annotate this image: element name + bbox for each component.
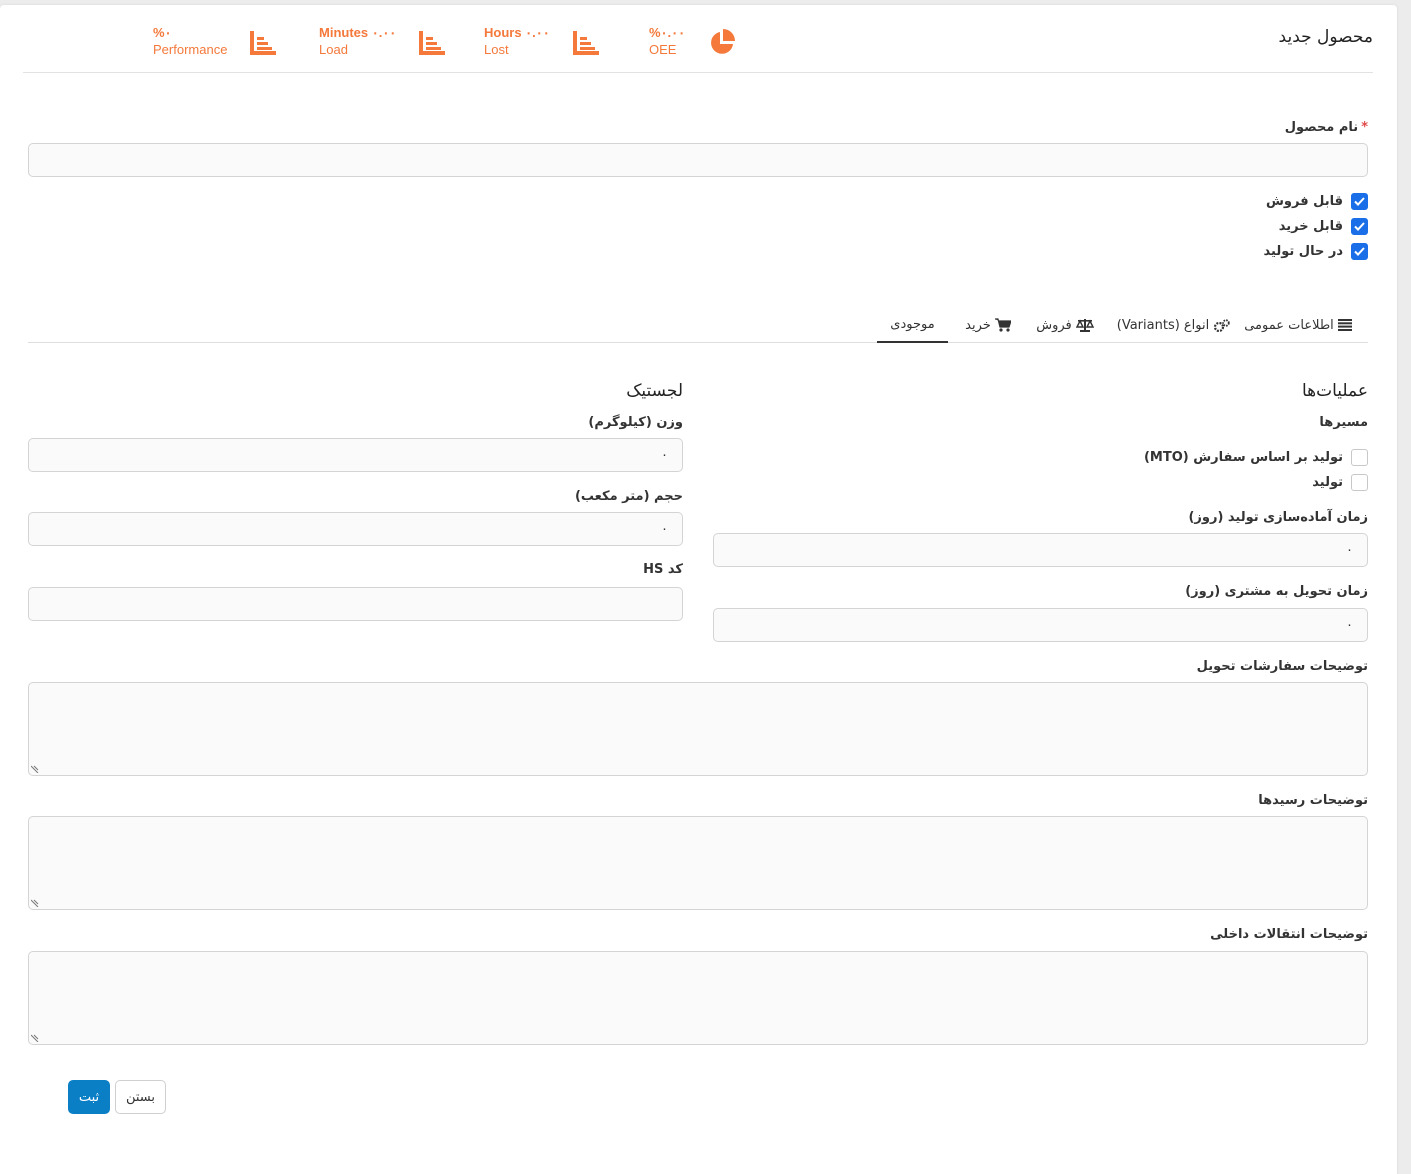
kpi-value: %۰.۰۰ — [649, 25, 686, 40]
cart-icon — [994, 318, 1011, 332]
hs-code-input[interactable] — [28, 587, 683, 621]
customer-lead-input[interactable] — [713, 608, 1368, 642]
checkmark-icon — [1354, 196, 1365, 206]
manufacturing-lead-label: زمان آماده‌سازی تولید (روز) — [1188, 510, 1368, 525]
kpi-value: Hours ۰.۰۰ — [484, 25, 550, 40]
tab-general-info[interactable]: اطلاعات عمومی — [1238, 307, 1358, 343]
volume-input[interactable] — [28, 512, 683, 546]
page-title: محصول جدید — [1278, 27, 1373, 47]
in-production-checkbox[interactable] — [1351, 242, 1368, 260]
kpi-value: Minutes ۰.۰۰ — [319, 25, 397, 40]
kpi-label: OEE — [649, 42, 677, 57]
kpi-label: Load — [319, 42, 348, 57]
can-be-sold-checkbox-row[interactable]: قابل فروش — [1266, 192, 1368, 210]
route-mto-checkbox[interactable] — [1351, 448, 1368, 466]
route-mto-label: تولید بر اساس سفارش (MTO) — [1143, 449, 1343, 465]
manufacturing-lead-input[interactable] — [713, 533, 1368, 567]
route-manufacture-row[interactable]: تولید — [1312, 473, 1368, 491]
product-form-card: محصول جدید %۰ Performance Minutes ۰.۰۰ L… — [0, 5, 1397, 1174]
can-be-sold-checkbox[interactable] — [1351, 192, 1368, 210]
delivery-description-textarea[interactable] — [28, 682, 1368, 776]
tab-inventory[interactable]: موجودی — [877, 307, 948, 343]
resize-grip-icon[interactable] — [31, 1034, 39, 1042]
volume-label: حجم (متر مکعب) — [574, 489, 683, 504]
can-be-purchased-checkbox[interactable] — [1351, 217, 1368, 235]
weight-input[interactable] — [28, 438, 683, 472]
route-mto-row[interactable]: تولید بر اساس سفارش (MTO) — [1144, 448, 1368, 466]
can-be-purchased-checkbox-row[interactable]: قابل خرید — [1279, 217, 1368, 235]
in-production-label: در حال تولید — [1263, 243, 1343, 259]
route-manufacture-checkbox[interactable] — [1351, 473, 1368, 491]
product-name-input[interactable] — [28, 143, 1368, 177]
route-manufacture-label: تولید — [1312, 474, 1343, 490]
customer-lead-label: زمان تحویل به مشتری (روز) — [1185, 584, 1368, 599]
delivery-description-label: توضیحات سفارشات تحویل — [1196, 659, 1368, 674]
scale-icon — [1075, 319, 1094, 332]
gears-icon — [1214, 318, 1230, 332]
in-production-checkbox-row[interactable]: در حال تولید — [1264, 242, 1368, 260]
product-tabs: اطلاعات عمومی انواع (Variants) فروش خرید… — [28, 305, 1368, 343]
kpi-value: %۰ — [153, 25, 172, 40]
tab-purchase[interactable]: خرید — [958, 307, 1018, 343]
can-be-purchased-label: قابل خرید — [1278, 218, 1343, 234]
receipts-description-textarea[interactable] — [28, 816, 1368, 910]
save-button[interactable]: ثبت — [68, 1080, 110, 1114]
hs-code-label: کد HS — [643, 562, 683, 577]
resize-grip-icon[interactable] — [31, 765, 39, 773]
tab-variants[interactable]: انواع (Variants) — [1115, 307, 1233, 343]
product-name-label: *نام محصول — [1284, 120, 1368, 135]
internal-description-label: توضیحات انتقالات داخلی — [1210, 927, 1368, 942]
checkmark-icon — [1354, 221, 1365, 231]
operations-title: عملیات‌ها — [1301, 381, 1368, 401]
close-button[interactable]: بستن — [115, 1080, 166, 1114]
form-header: محصول جدید %۰ Performance Minutes ۰.۰۰ L… — [23, 5, 1373, 73]
required-mark: * — [1361, 120, 1368, 135]
routes-label: مسیرها — [1319, 415, 1368, 430]
bar-chart-icon — [419, 31, 445, 55]
weight-label: وزن (کیلوگرم) — [588, 415, 683, 430]
can-be-sold-label: قابل فروش — [1265, 193, 1343, 209]
kpi-label: Performance — [153, 42, 228, 57]
tab-sales[interactable]: فروش — [1030, 307, 1100, 343]
internal-description-textarea[interactable] — [28, 951, 1368, 1045]
pie-chart-icon — [711, 29, 735, 54]
list-icon — [1337, 319, 1352, 331]
bar-chart-icon — [250, 31, 276, 55]
kpi-label: Lost — [484, 42, 509, 57]
resize-grip-icon[interactable] — [31, 899, 39, 907]
logistics-title: لجستیک — [626, 381, 683, 401]
bar-chart-icon — [573, 31, 599, 55]
checkmark-icon — [1354, 246, 1365, 256]
receipts-description-label: توضیحات رسیدها — [1258, 793, 1368, 808]
